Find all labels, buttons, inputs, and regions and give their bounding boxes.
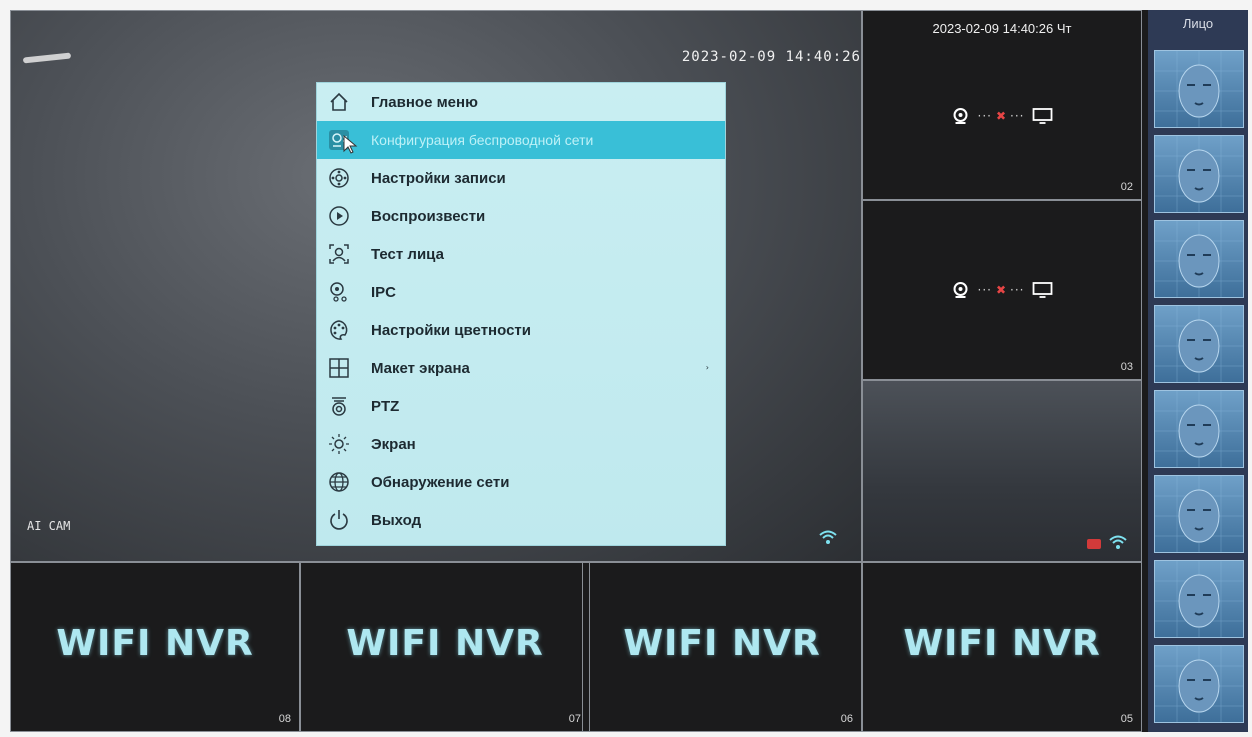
wifi-icon: [1109, 534, 1127, 553]
monitor-icon: [1032, 282, 1053, 298]
camera-glare: [22, 52, 72, 64]
channel-cell-05[interactable]: WIFI NVR 05: [862, 562, 1142, 732]
connection-dots: ···: [977, 283, 992, 297]
main-camera-label: AI CAM: [27, 519, 71, 533]
menu-item-label: Обнаружение сети: [371, 473, 510, 491]
menu-item-label: Настройки цветности: [371, 321, 531, 339]
webcam-icon: [953, 108, 968, 125]
submenu-arrow-icon: ›: [705, 363, 709, 372]
layout-icon: [327, 356, 351, 380]
menu-item-screen-layout[interactable]: Макет экрана ›: [317, 349, 725, 387]
channel-number: 07: [568, 713, 581, 725]
camera-number: 02: [1120, 181, 1133, 193]
channel-title: WIFI NVR: [903, 623, 1101, 664]
menu-item-label: IPC: [371, 283, 397, 301]
camera-cell-03[interactable]: ··· ✖ ··· 03: [862, 200, 1142, 380]
channel-title: WIFI NVR: [56, 623, 254, 664]
menu-item-ptz[interactable]: PTZ: [317, 387, 725, 425]
connection-dots: ···: [977, 109, 992, 124]
disconnected-x-icon: ✖: [995, 109, 1007, 124]
channel-number: 05: [1120, 713, 1133, 725]
faces-panel-title: Лицо: [1182, 16, 1214, 31]
face-thumbnail[interactable]: [1154, 220, 1244, 298]
menu-item-label: Настройки записи: [371, 169, 506, 187]
channel-title: WIFI NVR: [623, 623, 821, 664]
menu-item-wireless-config[interactable]: Конфигурация беспроводной сети: [317, 121, 725, 159]
menu-item-face-test[interactable]: Тест лица: [317, 235, 725, 273]
menu-item-label: Выход: [371, 511, 422, 529]
camera-disconnected-status: ··· ✖ ···: [952, 107, 1053, 125]
menu-item-label: Конфигурация беспроводной сети: [371, 132, 594, 148]
menu-item-ipc[interactable]: IPC: [317, 273, 725, 311]
menu-item-label: Главное меню: [371, 93, 478, 111]
face-thumbnail[interactable]: [1154, 645, 1244, 723]
faces-panel: Лицо: [1148, 10, 1248, 732]
menu-item-network-discovery[interactable]: Обнаружение сети: [317, 463, 725, 501]
menu-item-screen[interactable]: Экран: [317, 425, 725, 463]
face-thumbnail[interactable]: [1154, 305, 1244, 383]
menu-item-label: Тест лица: [371, 245, 444, 263]
record-settings-icon: [327, 166, 351, 190]
disconnected-x-icon: ✖: [995, 283, 1007, 297]
brightness-icon: [327, 432, 351, 456]
wifi-icon: [819, 529, 837, 548]
monitor-icon: [1032, 108, 1053, 125]
right-panel-timestamp: 2023-02-09 14:40:26 Чт: [932, 21, 1072, 36]
camera-number: 03: [1120, 361, 1133, 373]
globe-icon: [327, 470, 351, 494]
main-camera-timestamp: 2023-02-09 14:40:26: [681, 49, 861, 65]
play-icon: [327, 204, 351, 228]
ipc-icon: [327, 280, 351, 304]
nvr-screen: 2023-02-09 14:40:26 AI CAM Главное меню …: [10, 10, 1248, 732]
menu-item-record-settings[interactable]: Настройки записи: [317, 159, 725, 197]
home-icon: [327, 90, 351, 114]
channel-cell-06[interactable]: WIFI NVR 06: [582, 562, 862, 732]
menu-item-label: Воспроизвести: [371, 207, 486, 225]
palette-icon: [327, 318, 351, 342]
channel-number: 08: [278, 713, 291, 725]
camera-cell-04[interactable]: [862, 380, 1142, 562]
menu-item-main-menu[interactable]: Главное меню: [317, 83, 725, 121]
menu-item-label: Экран: [371, 435, 416, 453]
face-thumbnail[interactable]: [1154, 475, 1244, 553]
ptz-camera-icon: [327, 394, 351, 418]
channel-title: WIFI NVR: [346, 623, 544, 664]
channel-number: 06: [840, 713, 853, 725]
power-icon: [327, 508, 351, 532]
connection-dots: ···: [1010, 109, 1025, 124]
menu-item-color-settings[interactable]: Настройки цветности: [317, 311, 725, 349]
channel-cell-07[interactable]: WIFI NVR 07: [300, 562, 590, 732]
camera-disconnected-status: ··· ✖ ···: [952, 281, 1053, 299]
menu-item-playback[interactable]: Воспроизвести: [317, 197, 725, 235]
face-thumbnail[interactable]: [1154, 135, 1244, 213]
menu-item-exit[interactable]: Выход: [317, 501, 725, 539]
mouse-cursor-icon: [343, 135, 358, 154]
face-thumbnail[interactable]: [1154, 50, 1244, 128]
main-menu: Главное меню Конфигурация беспроводной с…: [317, 83, 725, 545]
menu-item-label: Макет экрана: [371, 359, 470, 377]
channel-cell-08[interactable]: WIFI NVR 08: [10, 562, 300, 732]
menu-item-label: PTZ: [371, 397, 400, 415]
face-thumbnail[interactable]: [1154, 390, 1244, 468]
face-test-icon: [327, 242, 351, 266]
recording-icon: [1087, 539, 1101, 549]
connection-dots: ···: [1010, 283, 1025, 297]
face-thumbnail[interactable]: [1154, 560, 1244, 638]
webcam-icon: [953, 282, 968, 298]
